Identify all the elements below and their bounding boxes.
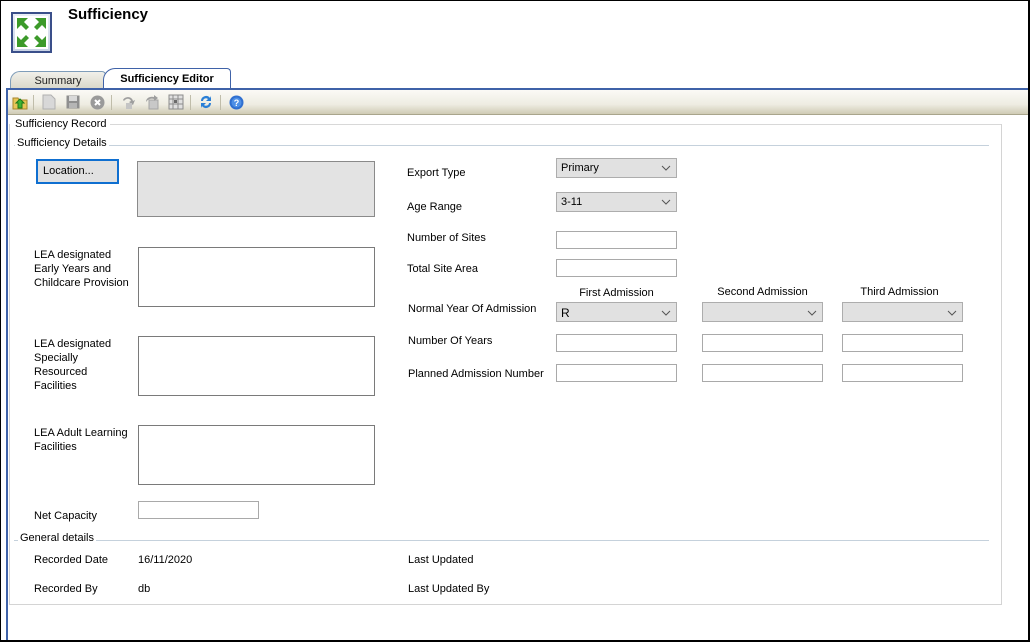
recorded-by-label: Recorded By	[34, 583, 98, 595]
refresh-icon[interactable]	[198, 94, 214, 110]
toolbar-separator	[33, 95, 34, 110]
undo-icon[interactable]	[120, 94, 136, 110]
first-admission-year-select[interactable]: R	[556, 302, 677, 322]
save-icon[interactable]	[65, 94, 81, 110]
toolbar-separator	[220, 95, 221, 110]
last-updated-label: Last Updated	[408, 554, 474, 566]
open-folder-up-icon[interactable]	[12, 94, 28, 110]
general-details-title: General details	[18, 532, 96, 544]
export-type-value: Primary	[561, 162, 599, 174]
svg-text:?: ?	[233, 98, 239, 108]
toolbar-separator	[111, 95, 112, 110]
chevron-down-icon	[947, 310, 957, 316]
help-icon[interactable]: ?	[228, 94, 244, 110]
first-pan-input[interactable]	[556, 364, 677, 382]
net-capacity-input[interactable]	[138, 501, 259, 519]
expand-arrows-icon	[11, 12, 52, 53]
label-line: Facilities	[34, 380, 77, 392]
number-of-years-label: Number Of Years	[408, 335, 493, 347]
pan-label: Planned Admission Number	[408, 368, 544, 380]
label-line: LEA Adult Learning	[34, 427, 128, 439]
first-admission-header: First Admission	[579, 287, 654, 299]
details-section-line	[14, 145, 989, 146]
second-number-of-years-input[interactable]	[702, 334, 823, 352]
panel-edge	[6, 88, 8, 640]
sufficiency-details-title: Sufficiency Details	[15, 137, 109, 149]
third-admission-year-select[interactable]	[842, 302, 963, 322]
label-line: Facilities	[34, 441, 77, 453]
adult-learning-label: LEA Adult Learning Facilities	[34, 426, 128, 454]
first-admission-year-value: R	[561, 306, 570, 320]
tab-summary[interactable]: Summary	[10, 71, 106, 89]
recorded-by-value: db	[138, 583, 151, 595]
adult-learning-textarea[interactable]	[138, 425, 375, 485]
location-button[interactable]: Location...	[36, 159, 119, 184]
chevron-down-icon	[661, 310, 671, 316]
label-line: LEA designated	[34, 249, 112, 261]
third-pan-input[interactable]	[842, 364, 963, 382]
age-range-value: 3-11	[561, 196, 583, 208]
export-type-select[interactable]: Primary	[556, 158, 677, 178]
recorded-date-label: Recorded Date	[34, 554, 108, 566]
label-line: Early Years and	[34, 263, 112, 275]
second-admission-year-select[interactable]	[702, 302, 823, 322]
label-line: LEA designated	[34, 338, 112, 350]
recorded-date-value: 16/11/2020	[138, 554, 193, 566]
age-range-label: Age Range	[407, 201, 463, 213]
net-capacity-label: Net Capacity	[34, 510, 97, 522]
early-years-textarea[interactable]	[138, 247, 375, 307]
total-site-area-label: Total Site Area	[407, 263, 478, 275]
grid-icon[interactable]	[168, 94, 184, 110]
toolbar: ?	[8, 90, 1028, 115]
specially-resourced-label: LEA designated Specially Resourced Facil…	[34, 337, 111, 393]
number-of-sites-input[interactable]	[556, 231, 677, 249]
last-updated-by-label: Last Updated By	[408, 583, 490, 595]
early-years-label: LEA designated Early Years and Childcare…	[34, 248, 129, 290]
app-title: Sufficiency	[68, 6, 149, 23]
sufficiency-record-title: Sufficiency Record	[13, 118, 109, 130]
cancel-icon[interactable]	[89, 94, 105, 110]
label-line: Childcare Provision	[34, 277, 129, 289]
chevron-down-icon	[661, 165, 671, 171]
third-number-of-years-input[interactable]	[842, 334, 963, 352]
third-admission-header: Third Admission	[860, 286, 939, 298]
export-icon[interactable]	[144, 94, 160, 110]
number-of-sites-label: Number of Sites	[407, 232, 486, 244]
chevron-down-icon	[661, 199, 671, 205]
tab-sufficiency-editor[interactable]: Sufficiency Editor	[103, 68, 231, 89]
location-display	[137, 161, 375, 217]
toolbar-separator	[190, 95, 191, 110]
total-site-area-input[interactable]	[556, 259, 677, 277]
age-range-select[interactable]: 3-11	[556, 192, 677, 212]
tab-strip: Summary Sufficiency Editor	[6, 68, 1028, 89]
label-line: Specially	[34, 352, 79, 364]
label-line: Resourced	[34, 366, 88, 378]
normal-year-label: Normal Year Of Admission	[408, 303, 537, 315]
specially-resourced-textarea[interactable]	[138, 336, 375, 396]
second-admission-header: Second Admission	[717, 286, 808, 298]
new-document-icon[interactable]	[41, 94, 57, 110]
general-section-line	[14, 540, 989, 541]
export-type-label: Export Type	[407, 167, 466, 179]
second-pan-input[interactable]	[702, 364, 823, 382]
first-number-of-years-input[interactable]	[556, 334, 677, 352]
chevron-down-icon	[807, 310, 817, 316]
